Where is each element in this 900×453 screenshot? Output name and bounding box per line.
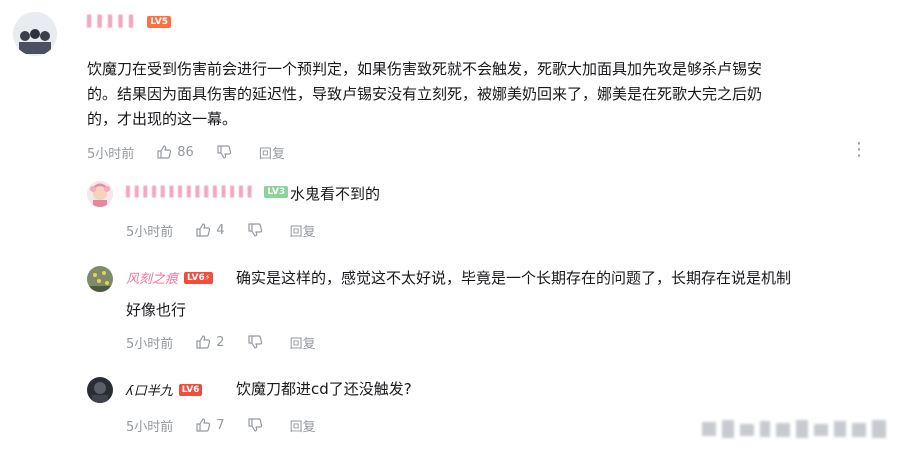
reply-text: 水鬼看不到的 — [290, 182, 380, 207]
reply-meta: 5小时前 7 回复 — [126, 416, 316, 435]
dislike-button[interactable] — [247, 417, 268, 433]
like-button[interactable]: 2 — [195, 334, 225, 350]
reply-text: 确实是这样的，感觉这不太好说，毕竟是一个长期存在的问题了，长期存在说是机制 — [236, 266, 886, 291]
level-badge: LV5 — [147, 15, 172, 28]
like-count: 7 — [216, 417, 225, 433]
thumbs-up-icon — [196, 223, 211, 237]
reply-line: 饮魔刀都进cd了还没触发? — [236, 380, 412, 398]
thumbs-down-icon — [247, 418, 262, 432]
dislike-button[interactable] — [247, 334, 268, 350]
watermark-logo — [700, 416, 890, 446]
reply-header: ▌▌▌▌▌▌▌▌▌▌▌▌▌▌▌ LV3 — [126, 186, 289, 198]
reply-button[interactable]: 回复 — [290, 416, 316, 435]
like-count: 2 — [216, 334, 225, 350]
reply-line: 确实是这样的，感觉这不太好说，毕竟是一个长期存在的问题了，长期存在说是机制 — [236, 269, 792, 287]
reply-button[interactable]: 回复 — [259, 143, 285, 162]
reply-button[interactable]: 回复 — [290, 333, 316, 352]
dislike-button[interactable] — [247, 222, 268, 238]
reply-text-continued: 好像也行 — [126, 298, 186, 323]
reply-meta: 5小时前 4 回复 — [126, 221, 316, 240]
reply-text: 饮魔刀都进cd了还没触发? — [236, 377, 412, 402]
level-badge: LV3 — [264, 186, 289, 198]
avatar-image — [87, 377, 113, 403]
like-button[interactable]: 86 — [156, 144, 194, 160]
thumbs-up-icon — [196, 335, 211, 349]
level-lightning-icon: ⚡ — [204, 272, 211, 282]
comment-meta: 5小时前 86 回复 — [87, 143, 285, 162]
like-button[interactable]: 7 — [195, 417, 225, 433]
reply-meta: 5小时前 2 回复 — [126, 333, 316, 352]
avatar-image — [13, 12, 57, 56]
username-blurred[interactable]: ▌▌▌▌▌▌▌▌▌▌▌▌▌▌▌ — [126, 187, 256, 198]
reply-line: 好像也行 — [126, 301, 187, 319]
more-options-icon[interactable]: ⋮ — [850, 141, 868, 159]
watermark-image — [702, 420, 886, 438]
avatar[interactable] — [87, 181, 113, 207]
comment-header: ▌▌▌▌▌ LV5 — [87, 15, 172, 28]
comment-text: 饮魔刀在受到伤害前会进行一个预判定，如果伤害致死就不会触发，死歌大加面具加先攻是… — [87, 57, 887, 132]
level-badge: LV6 — [178, 383, 203, 396]
thumbs-down-icon — [247, 335, 262, 349]
timestamp: 5小时前 — [126, 419, 174, 435]
thumbs-down-icon — [217, 145, 231, 159]
avatar-image — [87, 181, 113, 207]
level-badge: LV6⚡ — [184, 271, 214, 284]
reply-line: 水鬼看不到的 — [290, 185, 381, 203]
level-text: LV6 — [187, 272, 205, 283]
timestamp: 5小时前 — [126, 224, 174, 240]
username[interactable]: 风刻之痕 — [126, 268, 178, 287]
timestamp: 5小时前 — [87, 146, 135, 162]
thumbs-up-icon — [157, 145, 172, 159]
thumbs-up-icon — [196, 418, 211, 432]
reply-header: ʎ口半九 LV6 — [126, 380, 203, 399]
comment-line: 饮魔刀在受到伤害前会进行一个预判定，如果伤害致死就不会触发，死歌大加面具加先攻是… — [87, 60, 763, 78]
thumbs-down-icon — [247, 223, 262, 237]
avatar[interactable] — [87, 377, 113, 403]
avatar[interactable] — [13, 12, 57, 56]
like-count: 86 — [177, 144, 194, 160]
reply-header: 风刻之痕 LV6⚡ — [126, 268, 214, 287]
like-button[interactable]: 4 — [195, 222, 225, 238]
timestamp: 5小时前 — [126, 336, 174, 352]
reply-button[interactable]: 回复 — [290, 221, 316, 240]
like-count: 4 — [216, 222, 225, 238]
avatar-image — [87, 266, 113, 292]
username-blurred[interactable]: ▌▌▌▌▌ — [87, 15, 139, 28]
avatar[interactable] — [87, 266, 113, 292]
comment-line: 的。结果因为面具伤害的延迟性，导致卢锡安没有立刻死，被娜美奶回来了，娜美是在死歌… — [87, 85, 763, 103]
username[interactable]: ʎ口半九 — [126, 380, 173, 399]
comment-line: 的，才出现的这一幕。 — [87, 110, 238, 128]
dislike-button[interactable] — [216, 144, 237, 160]
